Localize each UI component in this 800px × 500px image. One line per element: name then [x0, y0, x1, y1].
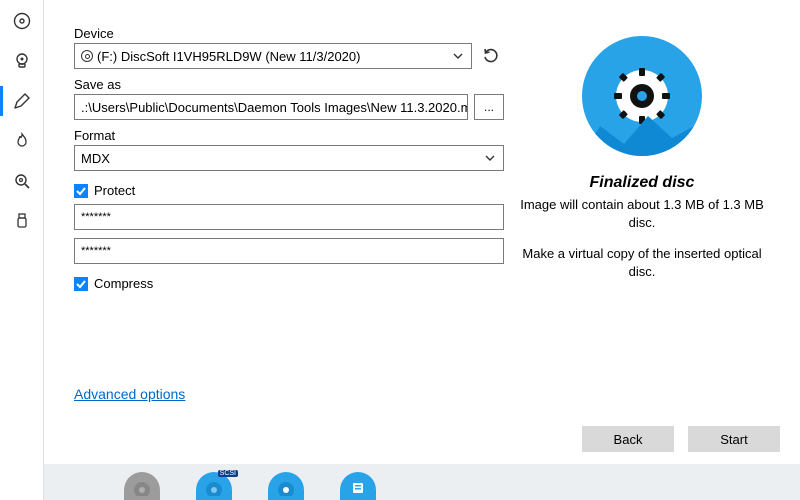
panel-line2: Make a virtual copy of the inserted opti… — [514, 245, 770, 280]
usb-icon[interactable] — [11, 210, 33, 232]
scan-disc-icon[interactable] — [11, 170, 33, 192]
format-value: MDX — [81, 151, 110, 166]
chevron-down-icon — [483, 151, 497, 165]
scsi-badge: SCSI — [218, 470, 238, 477]
disc-icon[interactable] — [11, 10, 33, 32]
compress-checkbox[interactable] — [74, 277, 88, 291]
protect-label: Protect — [94, 183, 135, 198]
advanced-options-link[interactable]: Advanced options — [74, 386, 504, 402]
virtual-drive-icon[interactable] — [268, 472, 304, 500]
back-label: Back — [614, 432, 643, 447]
panel-title: Finalized disc — [590, 174, 695, 192]
protect-checkbox[interactable] — [74, 184, 88, 198]
saveas-value: .:\Users\Public\Documents\Daemon Tools I… — [81, 100, 468, 115]
saveas-input[interactable]: .:\Users\Public\Documents\Daemon Tools I… — [74, 94, 468, 120]
format-label: Format — [74, 128, 504, 143]
password-value: ******* — [81, 211, 111, 223]
device-label: Device — [74, 26, 504, 41]
bottom-device-bar: SCSI — [44, 464, 800, 500]
start-label: Start — [720, 432, 747, 447]
browse-label: ... — [484, 100, 494, 114]
device-value: (F:) DiscSoft I1VH95RLD9W (New 11/3/2020… — [97, 49, 360, 64]
start-button[interactable]: Start — [688, 426, 780, 452]
chevron-down-icon — [451, 49, 465, 63]
edit-icon[interactable] — [11, 90, 33, 112]
browse-button[interactable]: ... — [474, 94, 504, 120]
panel-line1: Image will contain about 1.3 MB of 1.3 M… — [514, 196, 770, 231]
burn-icon[interactable] — [11, 130, 33, 152]
info-panel: Finalized disc Image will contain about … — [504, 20, 780, 414]
hdd-icon[interactable] — [340, 472, 376, 500]
finalized-disc-icon — [582, 36, 702, 156]
left-icon-toolbar — [0, 0, 44, 500]
footer: Back Start — [44, 414, 800, 464]
device-select[interactable]: (F:) DiscSoft I1VH95RLD9W (New 11/3/2020… — [74, 43, 472, 69]
drive-slot-icon[interactable] — [124, 472, 160, 500]
password-confirm-input[interactable]: ******* — [74, 238, 504, 264]
refresh-button[interactable] — [478, 43, 504, 69]
compress-label: Compress — [94, 276, 153, 291]
password-confirm-value: ******* — [81, 245, 111, 257]
camera-icon[interactable] — [11, 50, 33, 72]
scsi-drive-icon[interactable]: SCSI — [196, 472, 232, 500]
password-input[interactable]: ******* — [74, 204, 504, 230]
saveas-label: Save as — [74, 77, 504, 92]
grab-disc-form: Device (F:) DiscSoft I1VH95RLD9W (New 11… — [74, 20, 504, 414]
back-button[interactable]: Back — [582, 426, 674, 452]
disc-mini-icon — [81, 50, 93, 62]
format-select[interactable]: MDX — [74, 145, 504, 171]
